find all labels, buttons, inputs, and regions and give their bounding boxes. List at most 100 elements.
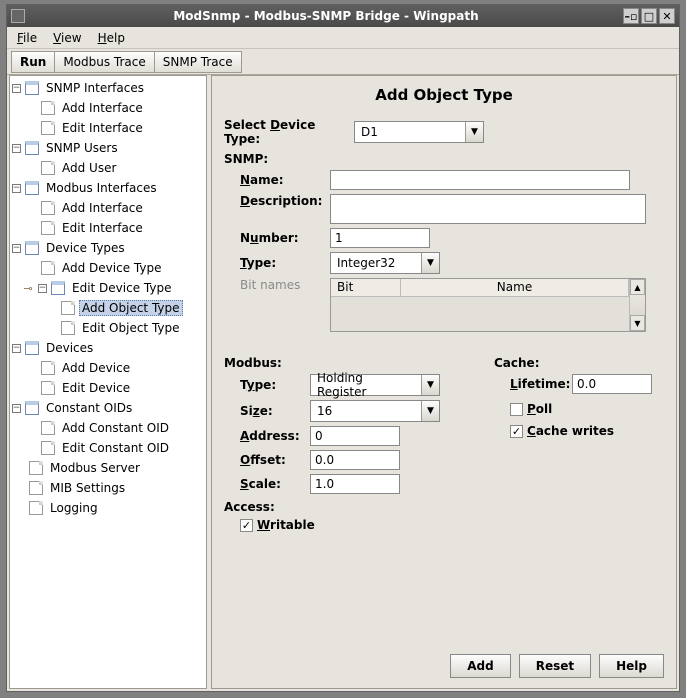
- poll-label: Poll: [527, 402, 552, 416]
- snmp-section-label: SNMP:: [224, 152, 664, 166]
- close-button[interactable]: ✕: [659, 8, 675, 24]
- file-icon: [41, 441, 55, 455]
- maximize-button[interactable]: □: [641, 8, 657, 24]
- collapse-icon[interactable]: −: [12, 404, 21, 413]
- number-input[interactable]: [330, 228, 430, 248]
- tree-edit-device-type[interactable]: ⊸ − Edit Device Type: [10, 279, 206, 297]
- chevron-down-icon[interactable]: ▼: [421, 253, 439, 273]
- collapse-icon[interactable]: −: [12, 84, 21, 93]
- name-col-header: Name: [401, 279, 629, 296]
- cache-writes-label: Cache writes: [527, 424, 614, 438]
- cache-writes-checkbox[interactable]: [510, 425, 523, 438]
- folder-icon: [25, 341, 39, 355]
- chevron-down-icon[interactable]: ▼: [421, 375, 439, 395]
- tree-mib-settings[interactable]: MIB Settings: [10, 479, 206, 497]
- collapse-icon[interactable]: −: [12, 344, 21, 353]
- config-tree: − SNMP Interfaces Add Interface Edit Int…: [9, 75, 207, 689]
- description-input[interactable]: [330, 194, 646, 224]
- reset-button[interactable]: Reset: [519, 654, 591, 678]
- tree-modbus-server[interactable]: Modbus Server: [10, 459, 206, 477]
- add-button[interactable]: Add: [450, 654, 510, 678]
- tree-edit-object-type[interactable]: Edit Object Type: [10, 319, 206, 337]
- tree-edit-device[interactable]: Edit Device: [10, 379, 206, 397]
- address-input[interactable]: [310, 426, 400, 446]
- folder-icon: [25, 141, 39, 155]
- collapse-icon[interactable]: −: [12, 244, 21, 253]
- minimize-button[interactable]: –▫: [623, 8, 639, 24]
- folder-icon: [51, 281, 65, 295]
- tree-add-device[interactable]: Add Device: [10, 359, 206, 377]
- file-icon: [41, 421, 55, 435]
- writable-checkbox[interactable]: [240, 519, 253, 532]
- file-icon: [29, 461, 43, 475]
- tree-add-device-type[interactable]: Add Device Type: [10, 259, 206, 277]
- lifetime-input[interactable]: [572, 374, 652, 394]
- number-label: Number:: [240, 231, 330, 245]
- collapse-icon[interactable]: −: [12, 144, 21, 153]
- tree-snmp-interfaces[interactable]: − SNMP Interfaces: [10, 79, 206, 97]
- tree-add-constant-oid[interactable]: Add Constant OID: [10, 419, 206, 437]
- tab-bar: Run Modbus Trace SNMP Trace: [7, 49, 679, 75]
- lifetime-label: Lifetime:: [510, 377, 572, 391]
- tree-snmp-add-interface[interactable]: Add Interface: [10, 99, 206, 117]
- bit-col-header: Bit: [331, 279, 401, 296]
- tree-constant-oids[interactable]: − Constant OIDs: [10, 399, 206, 417]
- tab-modbus-trace[interactable]: Modbus Trace: [54, 51, 154, 73]
- file-icon: [41, 381, 55, 395]
- tree-add-object-type[interactable]: Add Object Type: [10, 299, 206, 317]
- tree-edit-constant-oid[interactable]: Edit Constant OID: [10, 439, 206, 457]
- folder-icon: [25, 401, 39, 415]
- chevron-down-icon[interactable]: ▼: [421, 401, 439, 421]
- name-input[interactable]: [330, 170, 630, 190]
- file-icon: [41, 261, 55, 275]
- expand-key-icon[interactable]: ⊸: [22, 282, 34, 294]
- menu-file[interactable]: File: [11, 29, 43, 47]
- tree-snmp-users[interactable]: − SNMP Users: [10, 139, 206, 157]
- tab-snmp-trace[interactable]: SNMP Trace: [154, 51, 242, 73]
- help-button[interactable]: Help: [599, 654, 664, 678]
- collapse-icon[interactable]: −: [38, 284, 47, 293]
- size-select[interactable]: 16 ▼: [310, 400, 440, 422]
- app-icon: [11, 9, 25, 23]
- tree-device-types[interactable]: − Device Types: [10, 239, 206, 257]
- menu-help[interactable]: Help: [92, 29, 131, 47]
- page-title: Add Object Type: [224, 86, 664, 104]
- collapse-icon[interactable]: −: [12, 184, 21, 193]
- poll-checkbox[interactable]: [510, 403, 523, 416]
- scale-input[interactable]: [310, 474, 400, 494]
- scroll-down-icon[interactable]: ▼: [630, 315, 645, 331]
- scroll-up-icon[interactable]: ▲: [630, 279, 645, 295]
- name-label: Name:: [240, 173, 330, 187]
- file-icon: [41, 201, 55, 215]
- tree-modbus-interfaces[interactable]: − Modbus Interfaces: [10, 179, 206, 197]
- folder-icon: [25, 241, 39, 255]
- device-type-select[interactable]: D1 ▼: [354, 121, 484, 143]
- scale-label: Scale:: [240, 477, 310, 491]
- offset-input[interactable]: [310, 450, 400, 470]
- bitnames-label: Bit names: [240, 278, 330, 292]
- select-device-label: Select Device Type:: [224, 118, 354, 146]
- cache-section-label: Cache:: [494, 356, 652, 370]
- tree-modbus-add-interface[interactable]: Add Interface: [10, 199, 206, 217]
- file-icon: [41, 221, 55, 235]
- tab-run[interactable]: Run: [11, 51, 55, 73]
- tree-logging[interactable]: Logging: [10, 499, 206, 517]
- file-icon: [41, 121, 55, 135]
- tree-snmp-edit-interface[interactable]: Edit Interface: [10, 119, 206, 137]
- modbus-type-select[interactable]: Holding Register ▼: [310, 374, 440, 396]
- type-label: Type:: [240, 256, 330, 270]
- tree-snmp-add-user[interactable]: Add User: [10, 159, 206, 177]
- scrollbar[interactable]: ▲ ▼: [629, 279, 645, 331]
- file-icon: [41, 101, 55, 115]
- snmp-type-select[interactable]: Integer32 ▼: [330, 252, 440, 274]
- menu-view[interactable]: View: [47, 29, 87, 47]
- content-area: − SNMP Interfaces Add Interface Edit Int…: [9, 75, 677, 689]
- file-icon: [41, 161, 55, 175]
- file-icon: [29, 481, 43, 495]
- tree-modbus-edit-interface[interactable]: Edit Interface: [10, 219, 206, 237]
- size-label: Size:: [240, 404, 310, 418]
- access-section-label: Access:: [224, 500, 454, 514]
- modbus-section-label: Modbus:: [224, 356, 454, 370]
- tree-devices[interactable]: − Devices: [10, 339, 206, 357]
- chevron-down-icon[interactable]: ▼: [465, 122, 483, 142]
